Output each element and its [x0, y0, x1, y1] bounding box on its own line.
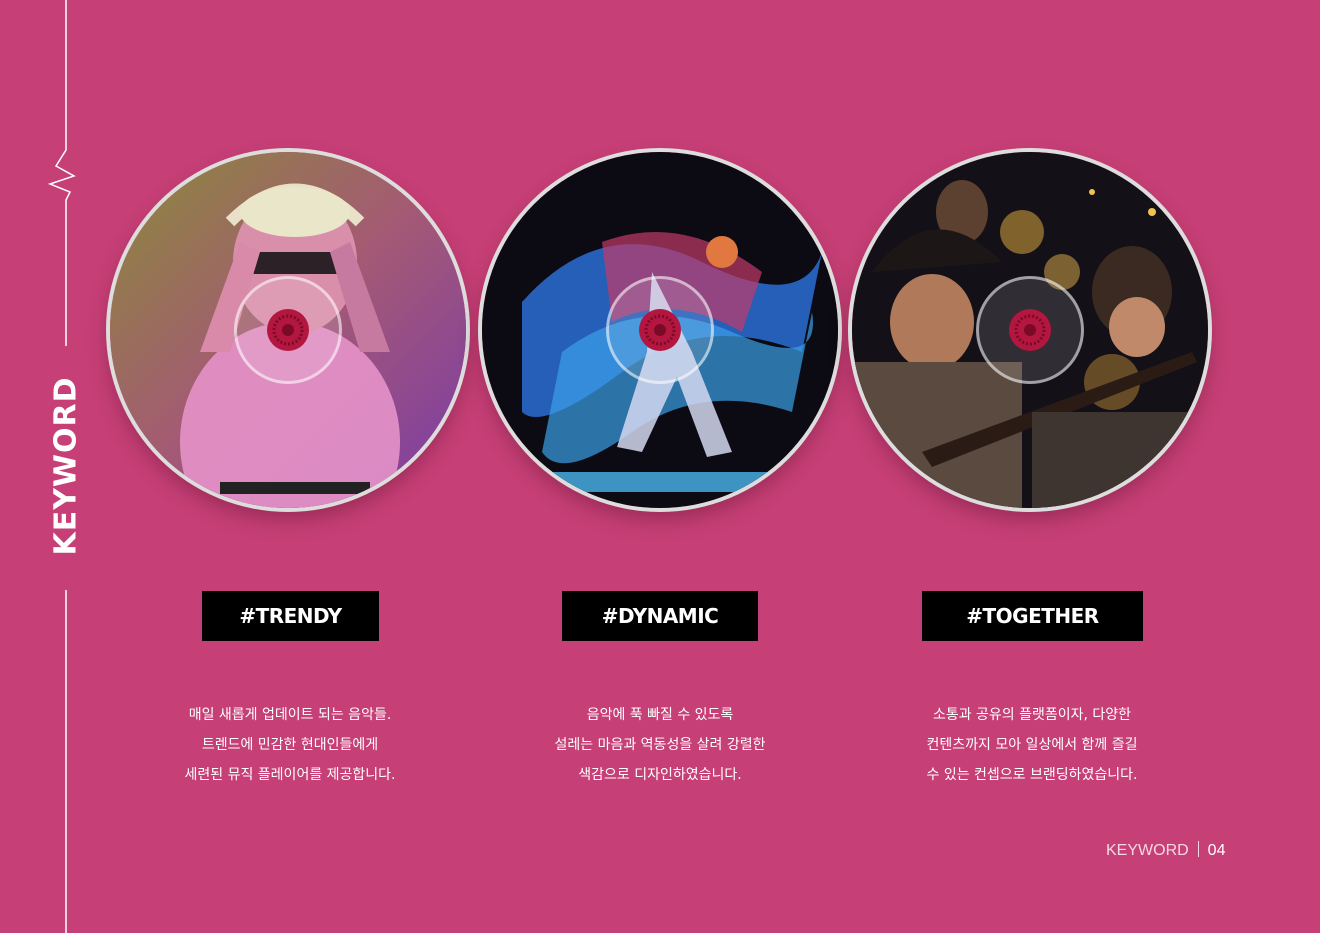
tag-trendy: #TRENDY: [202, 591, 379, 641]
disc-image-dynamic: [482, 152, 838, 508]
footer-divider: [1197, 841, 1199, 857]
disc-image-together: [852, 152, 1208, 508]
sidebar-title: KEYWORD: [48, 376, 84, 556]
page-footer: KEYWORD 04: [1106, 841, 1225, 860]
tag-together: #TOGETHER: [922, 591, 1143, 641]
disc-center-icon: [267, 309, 309, 351]
disc-image-trendy: [110, 152, 466, 508]
footer-label: KEYWORD: [1106, 842, 1189, 859]
description-trendy: 매일 새롭게 업데이트 되는 음악들. 트렌드에 민감한 현대인들에게 세련된 …: [184, 707, 396, 783]
description-dynamic: 음악에 푹 빠질 수 있도록 설레는 마음과 역동성을 살려 강렬한 색감으로 …: [554, 707, 766, 783]
disc-center-icon: [1009, 309, 1051, 351]
disc-center-icon: [639, 309, 681, 351]
keyword-card-dynamic: [482, 152, 842, 508]
page-number: 04: [1207, 842, 1226, 859]
keyword-card-together: [852, 152, 1212, 508]
description-together: 소통과 공유의 플랫폼이자, 다양한 컨텐츠까지 모아 일상에서 함께 즐길 수…: [926, 707, 1138, 783]
tag-dynamic: #DYNAMIC: [562, 591, 758, 641]
keyword-card-trendy: [110, 152, 470, 508]
